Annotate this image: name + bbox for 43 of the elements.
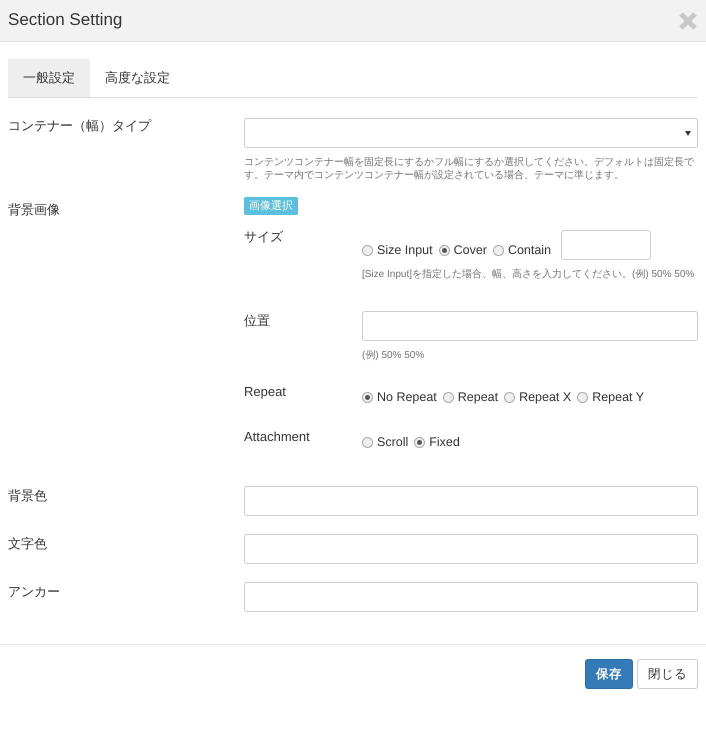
help-text: コンテンツコンテナー幅を固定長にするかフル幅にするか選択してください。デフォルトは固定長です。テーマ内でコンテンツコンテナー幅が設定されている場合、テーマに準じます。 (244, 156, 695, 182)
radio-button[interactable] (504, 392, 516, 403)
tab[interactable]: 一般設定 (8, 59, 90, 97)
close-icon[interactable] (678, 10, 698, 30)
input-field[interactable] (244, 534, 698, 564)
input-field[interactable] (244, 486, 698, 516)
field-label: コンテナー（幅）タイプ (8, 117, 152, 135)
field-label: サイズ (244, 228, 284, 246)
select-field[interactable] (244, 118, 698, 148)
radio-label[interactable]: Repeat X (519, 388, 572, 407)
radio-button[interactable] (438, 245, 450, 256)
input-field[interactable] (362, 311, 698, 342)
tab[interactable]: 高度な設定 (90, 59, 185, 97)
radio-label[interactable]: Repeat (458, 388, 498, 407)
field-label: 背景色 (8, 486, 48, 505)
input-field[interactable] (561, 230, 652, 260)
radio-label[interactable]: Repeat Y (592, 388, 644, 407)
help-text: [Size Input]を指定した場合、幅、高さを入力してください。(例) 50% 50% (362, 268, 696, 282)
field-label: Attachment (244, 428, 311, 446)
field-label: 背景画像 (8, 201, 61, 219)
save-button[interactable]: 保存 (585, 658, 633, 690)
radio-label[interactable]: No Repeat (377, 388, 437, 407)
radio-button[interactable] (362, 245, 373, 256)
field-label: Repeat (244, 383, 287, 402)
window-title: Section Setting (8, 10, 122, 31)
radio-label[interactable]: Contain (508, 241, 552, 260)
radio-button[interactable] (442, 392, 454, 403)
radio-label[interactable]: Scroll (377, 432, 408, 452)
radio-label[interactable]: Fixed (429, 432, 460, 452)
field-label: 位置 (244, 312, 271, 330)
radio-button[interactable] (577, 392, 588, 403)
radio-button[interactable] (414, 436, 426, 448)
caret-icon (685, 130, 691, 136)
field-label: 文字色 (8, 534, 48, 553)
radio-label[interactable]: Cover (454, 241, 487, 260)
input-field[interactable] (244, 582, 698, 612)
field-label: アンカー (8, 582, 61, 601)
radio-button[interactable] (492, 245, 504, 256)
radio-button[interactable] (362, 436, 373, 448)
radio-button[interactable] (362, 392, 373, 403)
close-button[interactable]: 閉じる (637, 658, 698, 690)
help-text: (例) 50% 50% (362, 349, 426, 362)
radio-label[interactable]: Size Input (377, 241, 433, 260)
